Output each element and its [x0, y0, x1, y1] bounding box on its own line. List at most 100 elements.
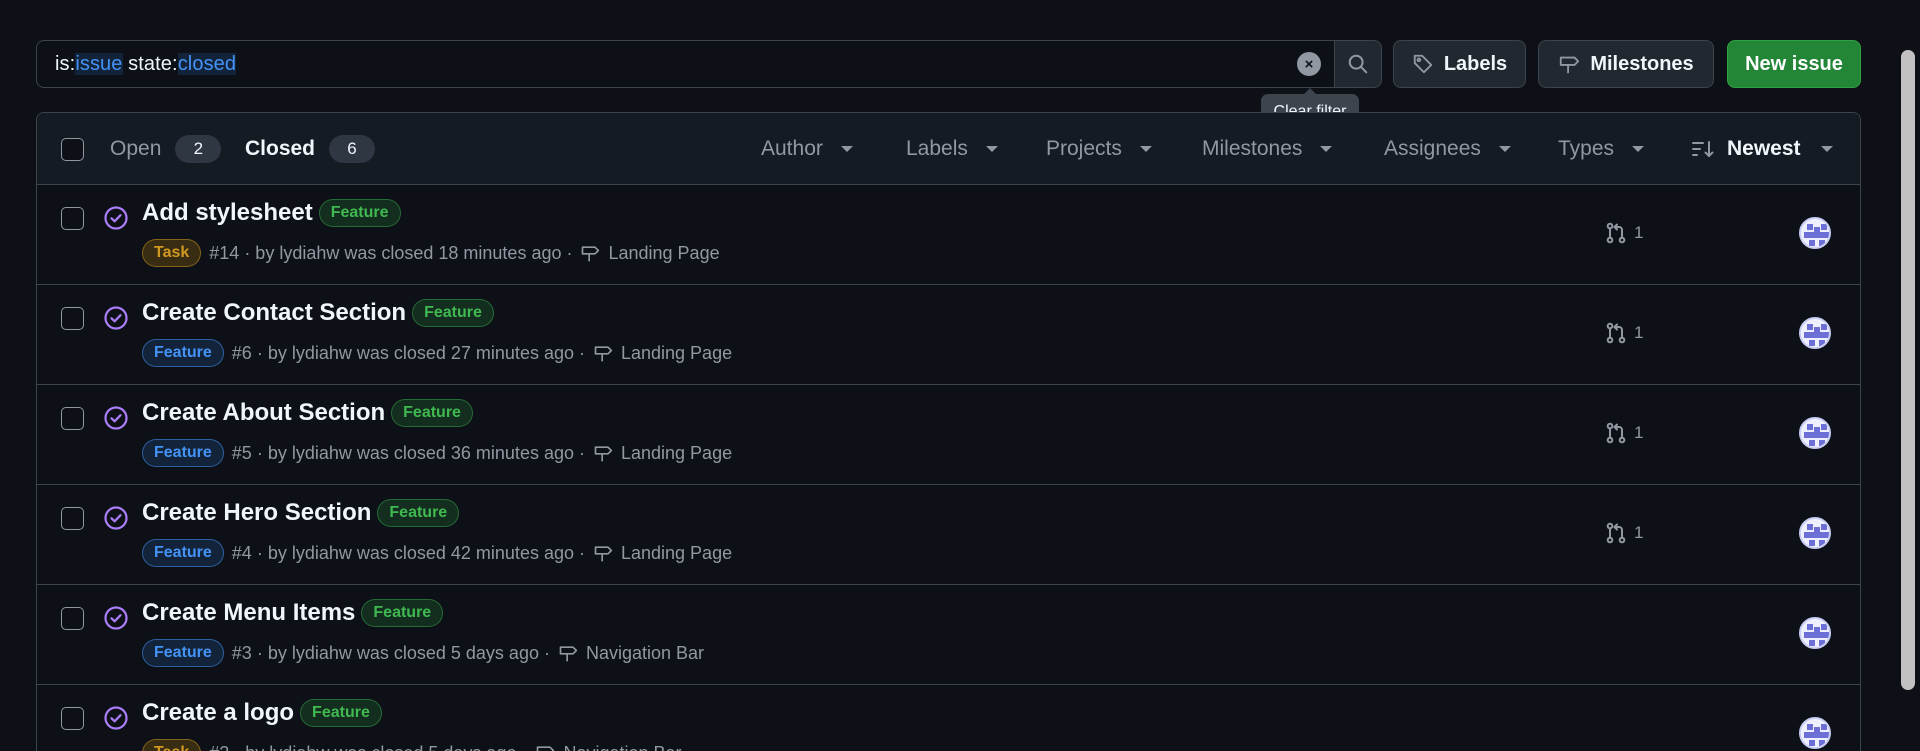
filter-author[interactable]: Author [761, 137, 853, 161]
assignee-avatar[interactable] [1799, 617, 1831, 649]
milestone-icon [558, 643, 578, 663]
pull-request-icon [1606, 522, 1626, 544]
issue-milestone[interactable]: Landing Page [621, 343, 732, 364]
issue-type-badge[interactable]: Task [142, 739, 202, 751]
filter-assignees[interactable]: Assignees [1384, 137, 1511, 161]
issue-meta: Feature #4 · by lydiahw was closed 42 mi… [142, 539, 732, 567]
issue-row[interactable]: Create Menu Items Feature Feature #3 · b… [37, 585, 1860, 685]
issue-type-badge[interactable]: Feature [142, 439, 224, 467]
pull-request-icon [1606, 222, 1626, 244]
issue-closed-icon [104, 306, 128, 330]
linked-pr[interactable]: 1 [1606, 322, 1643, 344]
pr-count: 1 [1634, 223, 1644, 242]
issue-milestone[interactable]: Landing Page [608, 243, 719, 264]
issue-title-line: Create Menu Items Feature [142, 599, 444, 627]
search-icon [1348, 54, 1368, 74]
tab-open[interactable]: Open 2 [110, 135, 222, 163]
issue-label[interactable]: Feature [412, 299, 494, 327]
issue-row[interactable]: Create a logo Feature Task #2 · by lydia… [37, 685, 1860, 751]
issue-title-line: Create Contact Section Feature [142, 299, 494, 327]
milestones-button[interactable]: Milestones [1538, 40, 1714, 88]
issue-meta: Feature #3 · by lydiahw was closed 5 day… [142, 639, 704, 667]
search-query[interactable]: is:issue state:closed [55, 53, 237, 76]
filter-milestones[interactable]: Milestones [1202, 137, 1333, 161]
chevron-down-icon [1820, 146, 1833, 152]
issue-checkbox[interactable] [61, 407, 84, 430]
page-scrollbar[interactable] [1896, 0, 1920, 751]
labels-button-label: Labels [1443, 52, 1508, 75]
clear-filter-icon[interactable]: × [1297, 52, 1321, 76]
assignee-avatar[interactable] [1799, 217, 1831, 249]
issue-checkbox[interactable] [61, 607, 84, 630]
issue-title-line: Create a logo Feature [142, 699, 382, 727]
select-all-checkbox[interactable] [61, 138, 84, 161]
issue-milestone[interactable]: Landing Page [621, 443, 732, 464]
issue-title[interactable]: Create a logo [142, 699, 294, 727]
issues-toolbar: is:issue state:closed × Labels Milestone… [36, 40, 1861, 88]
issue-title[interactable]: Create Hero Section [142, 499, 371, 527]
issue-label[interactable]: Feature [300, 699, 382, 727]
issue-label[interactable]: Feature [318, 199, 401, 227]
new-issue-button[interactable]: New issue [1727, 40, 1861, 88]
search-button[interactable] [1334, 40, 1382, 88]
issue-row[interactable]: Create About Section Feature Feature #5 … [37, 385, 1860, 485]
pr-count: 1 [1634, 423, 1644, 442]
issue-list: Open 2 Closed 6 Author Labels Projects M… [36, 112, 1861, 751]
filter-types[interactable]: Types [1558, 137, 1645, 161]
issue-milestone[interactable]: Landing Page [621, 543, 732, 564]
issue-label[interactable]: Feature [377, 499, 460, 527]
search-token-closed: closed [177, 53, 237, 75]
milestone-icon [580, 243, 600, 263]
assignee-avatar[interactable] [1799, 317, 1831, 349]
sort-label: Newest [1727, 137, 1801, 160]
linked-pr[interactable]: 1 [1606, 522, 1643, 544]
assignee-avatar[interactable] [1799, 517, 1831, 549]
issue-milestone[interactable]: Navigation Bar [586, 643, 704, 664]
milestone-icon [593, 343, 613, 363]
issue-type-badge[interactable]: Feature [142, 539, 224, 567]
issue-type-badge[interactable]: Feature [142, 339, 224, 367]
issue-checkbox[interactable] [61, 207, 84, 230]
labels-button[interactable]: Labels [1393, 40, 1526, 88]
issue-label[interactable]: Feature [361, 599, 444, 627]
issue-row[interactable]: Add stylesheet Feature Task #14 · by lyd… [37, 185, 1860, 285]
linked-pr[interactable]: 1 [1606, 222, 1643, 244]
issue-title[interactable]: Add stylesheet [142, 199, 313, 227]
tab-open-label: Open [110, 137, 162, 160]
assignee-avatar[interactable] [1799, 417, 1831, 449]
issue-type-badge[interactable]: Task [142, 239, 202, 267]
sort-dropdown[interactable]: Newest [1691, 137, 1833, 161]
issue-meta-text: #4 · by lydiahw was closed 42 minutes ag… [231, 542, 585, 563]
filter-projects[interactable]: Projects [1046, 137, 1152, 161]
issue-row[interactable]: Create Contact Section Feature Feature #… [37, 285, 1860, 385]
chevron-down-icon [1139, 146, 1152, 152]
milestone-icon [535, 743, 555, 751]
issue-checkbox[interactable] [61, 307, 84, 330]
issue-meta-text: #6 · by lydiahw was closed 27 minutes ag… [231, 342, 585, 363]
issue-label[interactable]: Feature [391, 399, 473, 427]
filter-labels[interactable]: Labels [906, 137, 998, 161]
issue-checkbox[interactable] [61, 707, 84, 730]
search-token-issue: issue [75, 53, 123, 75]
issue-closed-icon [104, 206, 128, 230]
issue-title[interactable]: Create Menu Items [142, 599, 355, 627]
filter-assignees-label: Assignees [1384, 137, 1481, 160]
issue-title[interactable]: Create About Section [142, 399, 385, 427]
assignee-avatar[interactable] [1799, 717, 1831, 749]
tab-closed[interactable]: Closed 6 [245, 135, 376, 163]
issue-meta: Task #2 · by lydiahw was closed 5 days a… [142, 739, 682, 751]
linked-pr[interactable]: 1 [1606, 422, 1643, 444]
issue-row[interactable]: Create Hero Section Feature Feature #4 ·… [37, 485, 1860, 585]
issue-closed-icon [104, 606, 128, 630]
issue-type-badge[interactable]: Feature [142, 639, 224, 667]
scrollbar-thumb[interactable] [1901, 50, 1915, 690]
issue-milestone[interactable]: Navigation Bar [563, 743, 681, 751]
filter-author-label: Author [761, 137, 823, 160]
filter-projects-label: Projects [1046, 137, 1122, 160]
issue-title[interactable]: Create Contact Section [142, 299, 406, 327]
filter-types-label: Types [1558, 137, 1615, 160]
issue-checkbox[interactable] [61, 507, 84, 530]
milestones-button-label: Milestones [1590, 52, 1694, 75]
search-input[interactable]: is:issue state:closed × [36, 40, 1382, 88]
open-count: 2 [175, 135, 222, 163]
